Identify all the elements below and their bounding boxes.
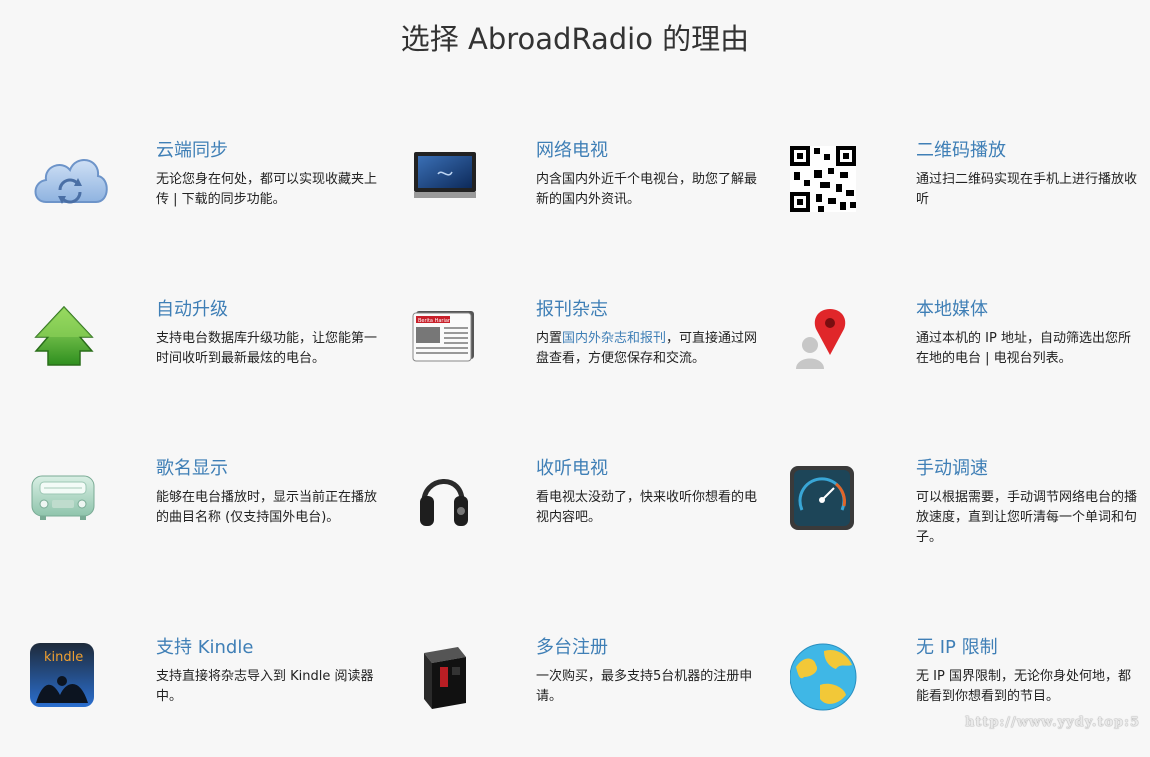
feature-multi-register: 多台注册 一次购买，最多支持5台机器的注册申请。	[410, 637, 790, 757]
feature-speed-control: 手动调速 可以根据需要，手动调节网络电台的播放速度，直到让您听清每一个单词和句子…	[790, 458, 1150, 578]
kindle-icon: kindle	[30, 637, 110, 717]
feature-description: 支持电台数据库升级功能，让您能第一时间收听到最新最炫的电台。	[156, 331, 378, 366]
feature-description: 无 IP 国界限制，无论你身处何地，都能看到你想看到的节目。	[916, 669, 1131, 704]
feature-title[interactable]: 支持 Kindle	[156, 637, 381, 659]
feature-description: 看电视太没劲了，快来收听你想看的电视内容吧。	[536, 490, 758, 525]
feature-local-media: 本地媒体 通过本机的 IP 地址，自动筛选出您所在地的电台 | 电视台列表。	[790, 299, 1150, 419]
speedometer-icon	[790, 458, 870, 538]
location-pin-icon	[790, 299, 870, 379]
feature-title[interactable]: 网络电视	[536, 140, 761, 162]
feature-description: 内含国内外近千个电视台，助您了解最新的国内外资讯。	[536, 172, 758, 207]
cloud-sync-icon	[30, 140, 110, 220]
feature-network-tv: 网络电视 内含国内外近千个电视台，助您了解最新的国内外资讯。	[410, 140, 790, 260]
feature-song-title: 歌名显示 能够在电台播放时，显示当前正在播放的曲目名称 (仅支持国外电台)。	[30, 458, 410, 578]
feature-title[interactable]: 手动调速	[916, 458, 1141, 480]
feature-title[interactable]: 自动升级	[156, 299, 381, 321]
feature-cloud-sync: 云端同步 无论您身在何处，都可以实现收藏夹上传 | 下载的同步功能。	[30, 140, 410, 260]
globe-icon	[789, 637, 870, 717]
feature-description: 通过本机的 IP 地址，自动筛选出您所在地的电台 | 电视台列表。	[916, 331, 1131, 366]
computer-case-icon	[410, 637, 490, 717]
feature-no-ip-limit: 无 IP 限制 无 IP 国界限制，无论你身处何地，都能看到你想看到的节目。	[789, 637, 1150, 757]
kindle-badge: kindle	[44, 650, 83, 665]
feature-title[interactable]: 歌名显示	[156, 458, 381, 480]
feature-title[interactable]: 多台注册	[536, 637, 761, 659]
qr-code-icon	[790, 140, 870, 220]
radio-icon	[30, 458, 110, 538]
page-title: 选择 AbroadRadio 的理由	[400, 22, 750, 56]
feature-title[interactable]: 报刊杂志	[536, 299, 761, 321]
feature-auto-upgrade: 自动升级 支持电台数据库升级功能，让您能第一时间收听到最新最炫的电台。	[30, 299, 410, 419]
feature-description: 无论您身在何处，都可以实现收藏夹上传 | 下载的同步功能。	[156, 172, 378, 207]
feature-description: 能够在电台播放时，显示当前正在播放的曲目名称 (仅支持国外电台)。	[156, 490, 378, 525]
feature-listen-tv: 收听电视 看电视太没劲了，快来收听你想看的电视内容吧。	[410, 458, 790, 578]
feature-kindle: kindle 支持 Kindle 支持直接将杂志导入到 Kindle 阅读器中。	[30, 637, 410, 757]
magazines-link[interactable]: 国内外杂志和报刊	[562, 331, 666, 346]
feature-description: 内置国内外杂志和报刊，可直接通过网盘查看，方便您保存和交流。	[536, 331, 758, 366]
feature-title[interactable]: 云端同步	[156, 140, 381, 162]
feature-description: 支持直接将杂志导入到 Kindle 阅读器中。	[156, 669, 374, 704]
upgrade-arrow-icon	[30, 299, 110, 379]
feature-description: 通过扫二维码实现在手机上进行播放收听	[916, 172, 1138, 207]
feature-magazines: Berita Harian 报刊杂志 内置国内外杂志和报刊，可直接通过网盘查看，…	[410, 299, 790, 419]
watermark: http://www.yydy.top:5	[964, 715, 1140, 730]
headphones-icon	[410, 458, 490, 538]
feature-description: 可以根据需要，手动调节网络电台的播放速度，直到让您听清每一个单词和句子。	[916, 490, 1138, 545]
feature-title[interactable]: 无 IP 限制	[916, 637, 1141, 659]
feature-description: 一次购买，最多支持5台机器的注册申请。	[536, 669, 753, 704]
feature-title[interactable]: 本地媒体	[916, 299, 1141, 321]
feature-title[interactable]: 二维码播放	[916, 140, 1141, 162]
newspaper-badge: Berita Harian	[418, 318, 451, 324]
feature-title[interactable]: 收听电视	[536, 458, 761, 480]
newspaper-icon: Berita Harian	[410, 299, 490, 379]
tv-icon	[410, 140, 490, 220]
feature-qr-play: 二维码播放 通过扫二维码实现在手机上进行播放收听	[790, 140, 1150, 260]
